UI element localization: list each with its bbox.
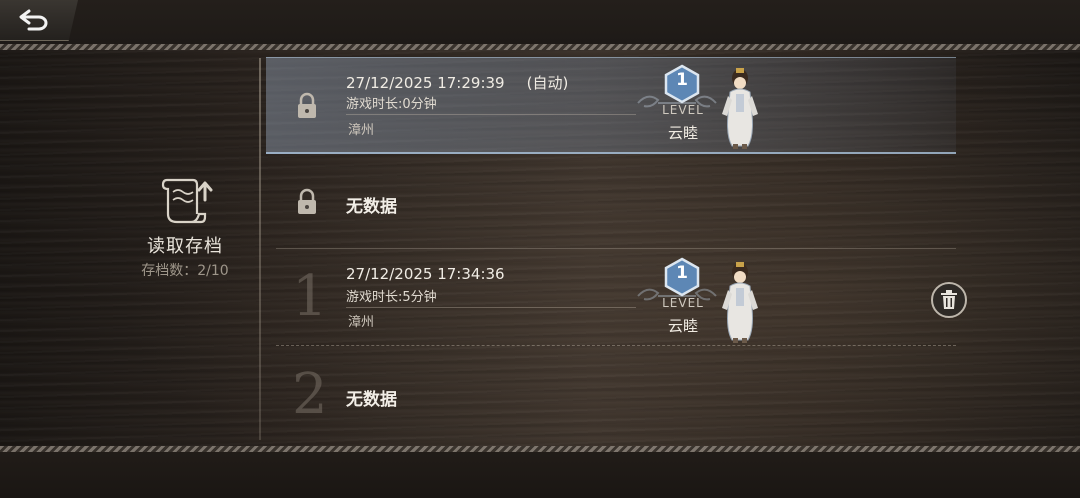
- delete-save-button[interactable]: [931, 282, 967, 318]
- padlock-icon: [298, 188, 316, 214]
- slot-number: 2: [292, 362, 328, 427]
- character-sprite: [722, 262, 758, 343]
- panel-divider: [259, 58, 261, 440]
- save-slot-auto-2[interactable]: 无数据: [266, 160, 956, 246]
- back-arrow-icon: [19, 9, 48, 31]
- auto-label: (自动): [526, 74, 569, 92]
- character-name: 云睦: [667, 317, 698, 335]
- play-time: 游戏时长:5分钟: [346, 290, 437, 305]
- trash-icon: [941, 290, 957, 309]
- save-date: 27/12/2025 17:29:39: [346, 74, 505, 92]
- load-save-panel: 读取存档 存档数：2/10: [100, 170, 270, 280]
- back-button[interactable]: [0, 0, 78, 41]
- save-slot-2[interactable]: 2 无数据: [266, 350, 956, 440]
- character-sprite: [722, 68, 758, 149]
- level-number: 1: [676, 263, 688, 283]
- info-underline: [346, 307, 636, 308]
- panel-title: 读取存档: [147, 236, 223, 257]
- slot-number: 1: [292, 264, 328, 329]
- location: 漳州: [348, 315, 375, 330]
- bottom-bar: [0, 452, 1080, 498]
- row-divider-dashed: [276, 345, 956, 346]
- location: 漳州: [348, 123, 375, 138]
- save-slot-auto-1[interactable]: 27/12/2025 17:29:39 (自动) 游戏时长:0分钟 漳州 1 LE…: [266, 57, 956, 154]
- empty-text: 无数据: [346, 197, 397, 217]
- top-bar: [0, 0, 1080, 44]
- info-underline: [346, 114, 636, 115]
- save-count: 存档数：2/10: [141, 263, 229, 279]
- level-number: 1: [676, 70, 688, 90]
- rope-border-top: [0, 44, 1080, 50]
- save-slot-1[interactable]: 1 27/12/2025 17:34:36 游戏时长:5分钟 漳州 1 LEVE…: [266, 252, 956, 344]
- character-name: 云睦: [667, 124, 698, 142]
- padlock-icon: [298, 92, 316, 118]
- empty-text: 无数据: [346, 390, 397, 410]
- play-time: 游戏时长:0分钟: [346, 97, 437, 112]
- save-date: 27/12/2025 17:34:36: [346, 265, 505, 283]
- row-divider: [276, 248, 956, 249]
- level-label: LEVEL: [662, 103, 704, 117]
- scroll-upload-icon: [161, 178, 213, 224]
- level-label: LEVEL: [662, 296, 704, 310]
